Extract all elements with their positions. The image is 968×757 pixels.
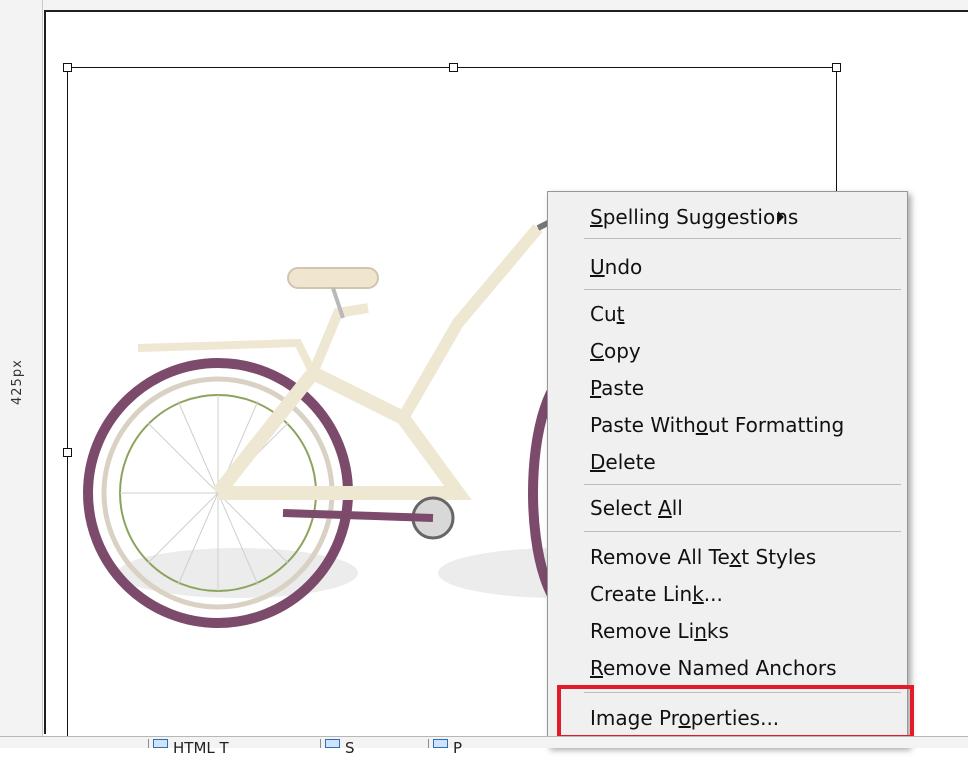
menu-item-label-part: Cu: [590, 302, 617, 326]
submenu-arrow-icon: [778, 211, 785, 223]
menu-item-label-part: perties...: [690, 706, 780, 730]
menu-separator: [584, 238, 901, 239]
menu-item-access-key: k: [692, 582, 704, 606]
menu-item-paste-without-formatting[interactable]: Paste Without Formatting: [590, 410, 844, 440]
menu-item-create-link[interactable]: Create Link...: [590, 579, 723, 609]
menu-item-select-all[interactable]: Select All: [590, 493, 683, 523]
menu-item-access-key: x: [729, 545, 742, 569]
menu-item-access-key: U: [590, 255, 605, 279]
menu-item-label-part: Remove Li: [590, 619, 695, 643]
menu-item-image-properties[interactable]: Image Properties...: [590, 703, 779, 733]
menu-item-label-part: elete: [605, 450, 656, 474]
menu-item-access-key: R: [590, 656, 603, 680]
menu-item-access-key: o: [678, 706, 691, 730]
menu-item-access-key: t: [616, 302, 625, 326]
menu-item-label-part: t Styles: [741, 545, 817, 569]
menu-item-label-part: ll: [671, 496, 683, 520]
menu-separator: [584, 484, 901, 485]
menu-item-label-part: Remove All Te: [590, 545, 730, 569]
menu-item-paste[interactable]: Paste: [590, 373, 644, 403]
menu-item-undo[interactable]: Undo: [590, 252, 642, 282]
menu-item-access-key: A: [658, 496, 672, 520]
menu-item-label-part: Select: [590, 496, 659, 520]
menu-item-label-part: Create Lin: [590, 582, 693, 606]
menu-item-label-part: ut Formatting: [708, 413, 845, 437]
context-menu: Spelling Suggestions Undo Cut Copy Paste…: [547, 191, 908, 747]
menu-separator: [584, 692, 901, 693]
height-label: 425px: [10, 359, 25, 405]
menu-item-remove-all-text-styles[interactable]: Remove All Text Styles: [590, 542, 816, 572]
menu-item-access-key: D: [590, 450, 606, 474]
vertical-ruler: 425px: [0, 0, 43, 747]
menu-separator: [584, 531, 901, 532]
menu-item-access-key: n: [694, 619, 707, 643]
menu-item-copy[interactable]: Copy: [590, 336, 641, 366]
tab-label: P: [453, 739, 463, 757]
menu-item-remove-named-anchors[interactable]: Remove Named Anchors: [590, 653, 837, 683]
menu-item-remove-links[interactable]: Remove Links: [590, 616, 729, 646]
menu-item-access-key: S: [590, 205, 603, 229]
menu-item-access-key: o: [695, 413, 709, 437]
menu-item-label-part: opy: [603, 339, 641, 363]
menu-item-label-part: Image Pr: [590, 706, 679, 730]
menu-item-label-part: aste: [601, 376, 644, 400]
menu-item-access-key: P: [590, 376, 602, 400]
tab-label: S: [345, 739, 355, 757]
top-ruler: [42, 0, 968, 10]
menu-separator: [584, 289, 901, 290]
menu-item-spelling-suggestions[interactable]: Spelling Suggestions: [590, 202, 798, 232]
menu-item-label-part: pelling Suggestions: [602, 205, 799, 229]
menu-item-access-key: C: [590, 339, 604, 363]
menu-item-cut[interactable]: Cut: [590, 299, 624, 329]
menu-item-label-part: Paste With: [590, 413, 696, 437]
bottom-view-tabs: HTML T S P: [0, 736, 968, 757]
menu-item-label-part: ks: [706, 619, 729, 643]
tab-label: HTML T: [173, 739, 229, 757]
menu-item-delete[interactable]: Delete: [590, 447, 656, 477]
menu-item-label-part: ndo: [604, 255, 643, 279]
menu-item-label-part: emove Named Anchors: [603, 656, 837, 680]
menu-item-label-part: ...: [703, 582, 723, 606]
